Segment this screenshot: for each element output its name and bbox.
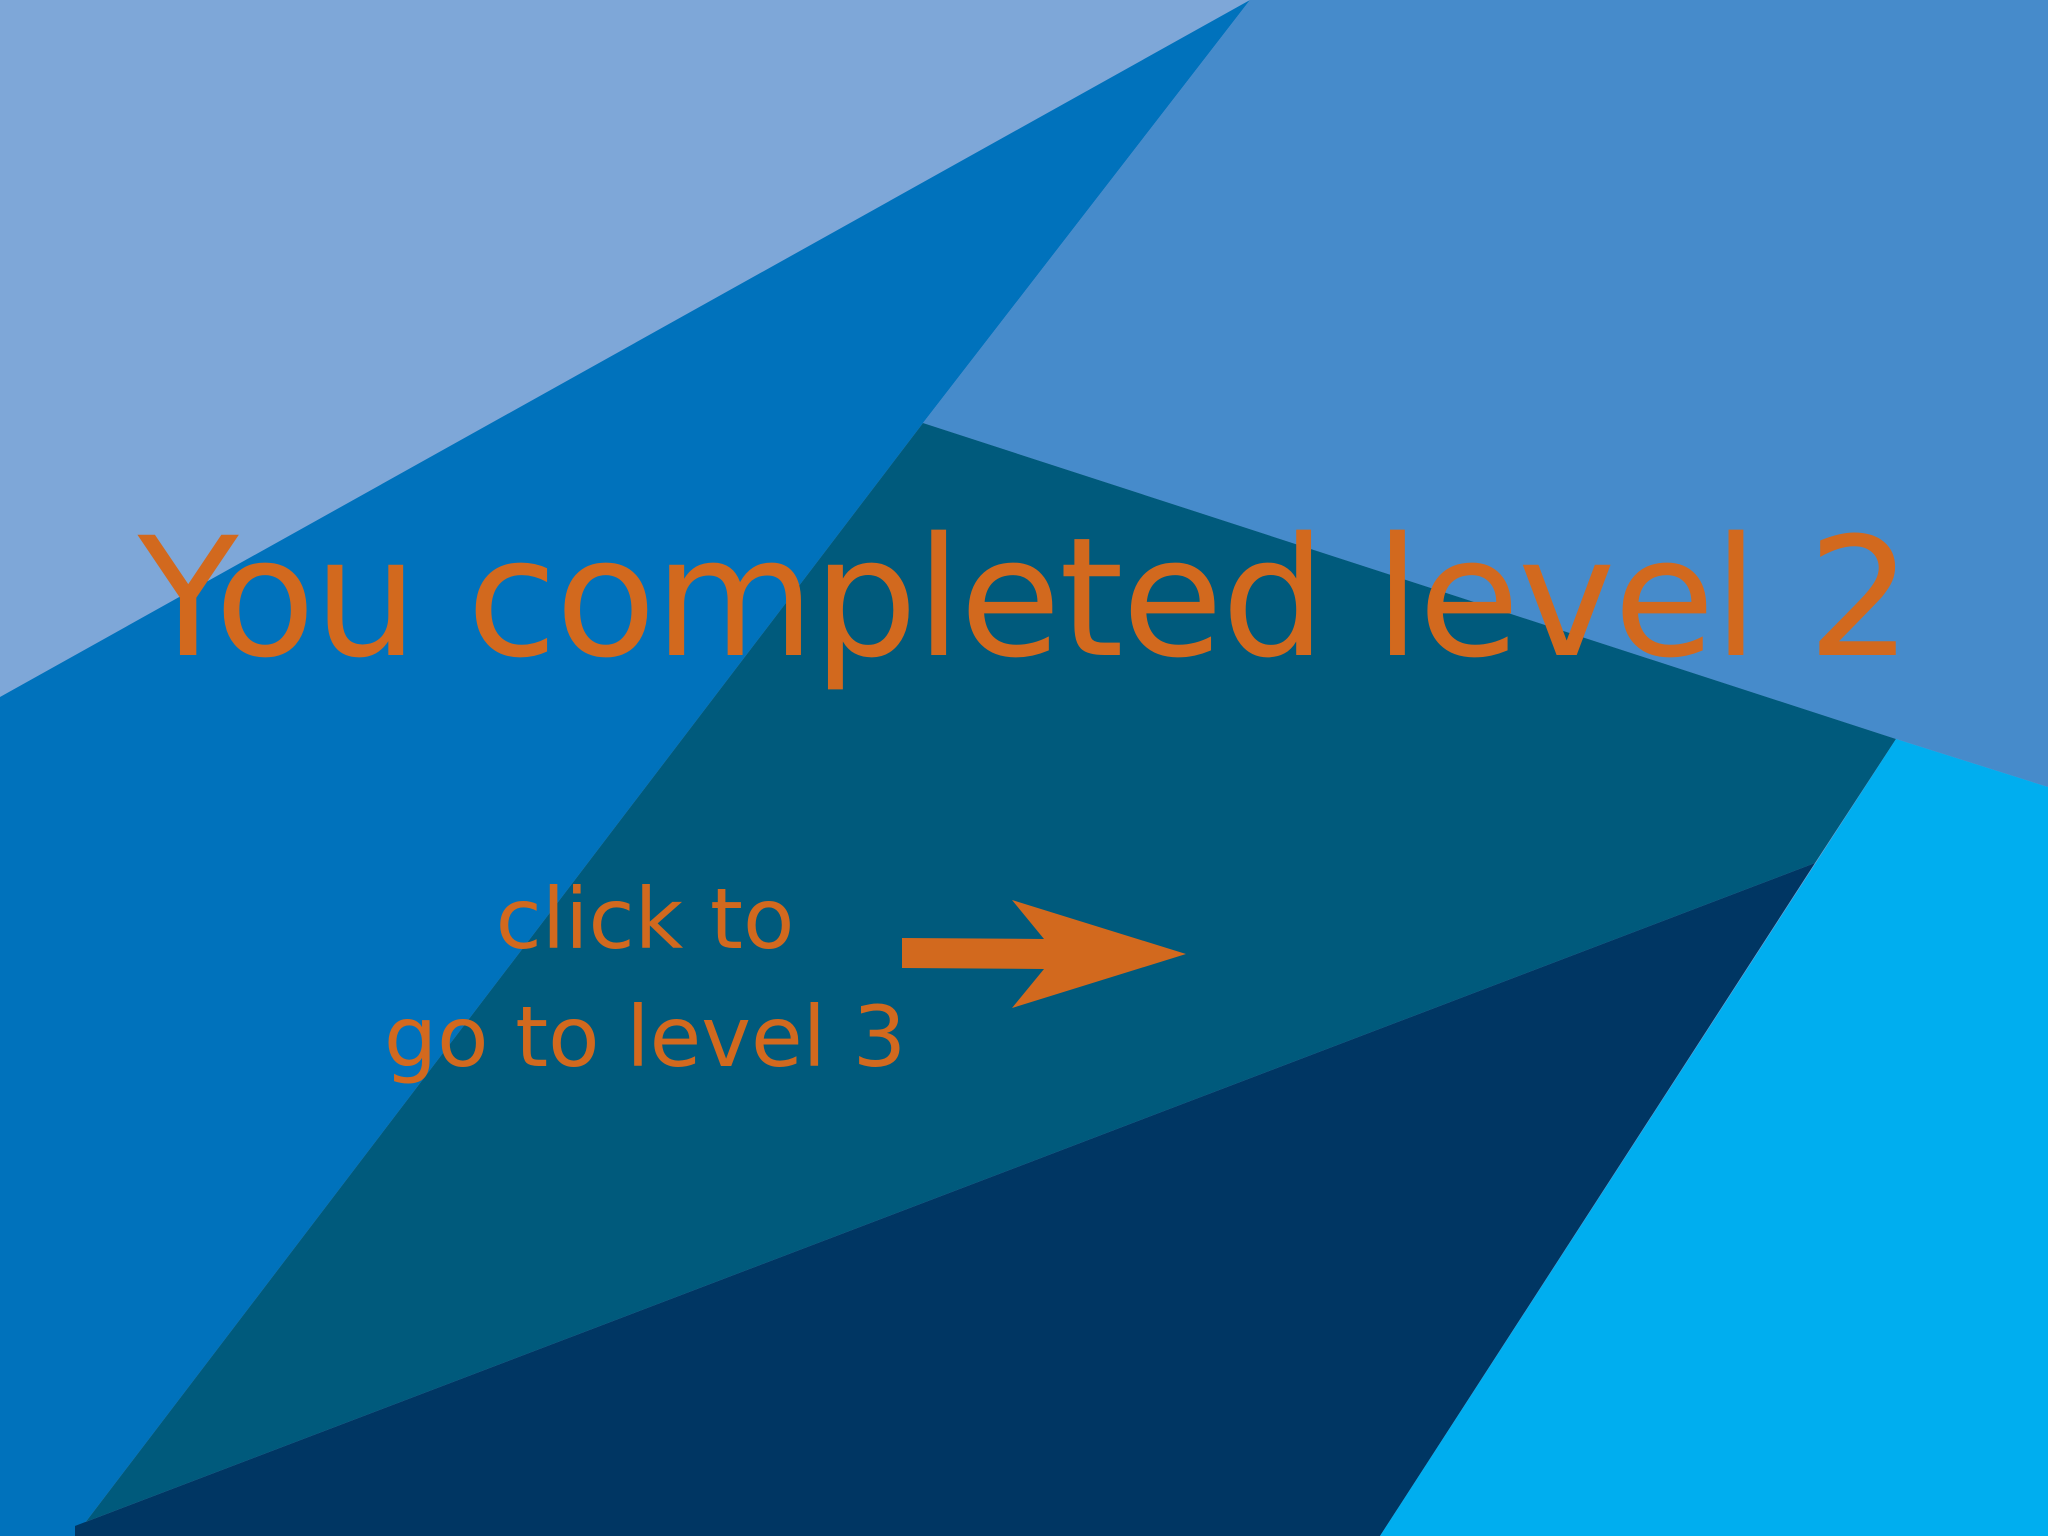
level-complete-screen: You completed level 2 click to go to lev… (0, 0, 2048, 1536)
right-arrow-icon[interactable] (900, 900, 1200, 1010)
next-level-label-line1[interactable]: click to (380, 860, 910, 978)
background-graphic (0, 0, 2048, 1536)
next-level-label[interactable]: click to go to level 3 (380, 860, 910, 1096)
next-level-button[interactable]: click to go to level 3 (380, 860, 1400, 1090)
next-level-label-line2[interactable]: go to level 3 (380, 978, 910, 1096)
level-complete-title: You completed level 2 (137, 502, 1913, 694)
